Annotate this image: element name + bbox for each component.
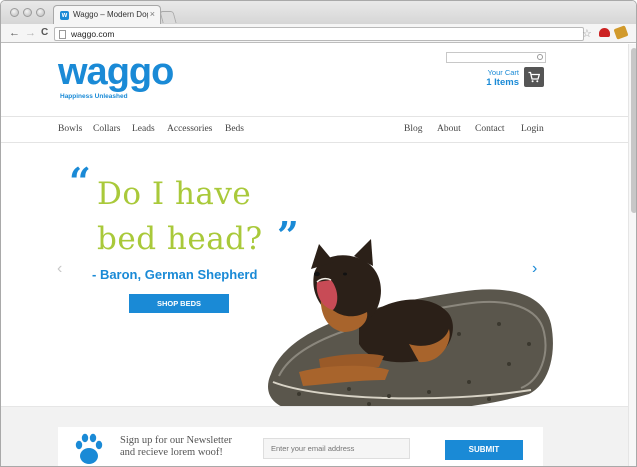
logo-tagline: Happiness Unleashed	[60, 93, 128, 100]
dog-on-bed-image	[268, 239, 553, 426]
waggo-favicon-icon: w	[60, 11, 69, 20]
nav-about[interactable]: About	[437, 124, 461, 134]
nav-accessories[interactable]: Accessories	[167, 124, 212, 134]
page-icon	[59, 30, 66, 39]
forward-icon[interactable]: →	[25, 27, 36, 39]
nav-divider-top	[1, 116, 636, 117]
page-scrollbar[interactable]	[628, 44, 636, 466]
nav-collars[interactable]: Collars	[93, 124, 120, 134]
hero-headline-line1: Do I have	[97, 176, 252, 212]
bookmark-star-icon[interactable]: ☆	[582, 27, 592, 40]
carousel-prev-icon[interactable]: ‹	[57, 260, 62, 278]
hero-open-quote: “	[69, 159, 91, 204]
newsletter-text: Sign up for our Newsletter and recieve l…	[120, 435, 232, 459]
browser-tab[interactable]: w Waggo – Modern Dog Bowls ×	[53, 5, 161, 25]
hero-attribution: - Baron, German Shepherd	[92, 267, 258, 282]
cart-count[interactable]: 1 Items	[471, 77, 519, 88]
paw-print-icon	[75, 433, 103, 464]
nav-leads[interactable]: Leads	[132, 124, 155, 134]
browser-titlebar: w Waggo – Modern Dog Bowls ×	[1, 1, 636, 25]
cart-button[interactable]	[524, 67, 544, 87]
address-bar[interactable]: waggo.com	[54, 27, 584, 41]
tab-close-icon[interactable]: ×	[150, 9, 155, 19]
newsletter-line1: Sign up for our Newsletter	[120, 435, 232, 446]
close-window-icon[interactable]	[10, 8, 19, 17]
submit-button[interactable]: SUBMIT	[445, 440, 523, 460]
waggo-logo[interactable]: waggo Happiness Unleashed	[58, 52, 198, 100]
browser-toolbar: ← → C waggo.com	[1, 24, 636, 43]
tab-title: Waggo – Modern Dog Bowls	[73, 10, 148, 19]
nav-blog[interactable]: Blog	[404, 124, 422, 134]
shopping-cart-icon	[528, 71, 540, 83]
maximize-window-icon[interactable]	[36, 8, 45, 17]
scrollbar-thumb[interactable]	[631, 48, 636, 213]
search-icon[interactable]	[537, 54, 543, 60]
reload-icon[interactable]: C	[41, 27, 48, 39]
minimize-window-icon[interactable]	[23, 8, 32, 17]
newsletter-line2: and recieve lorem woof!	[120, 447, 223, 458]
cart-label[interactable]: Your Cart	[483, 68, 519, 77]
nav-contact[interactable]: Contact	[475, 124, 505, 134]
nav-beds[interactable]: Beds	[225, 124, 244, 134]
extension-hat-icon[interactable]	[599, 28, 610, 37]
email-field[interactable]	[263, 438, 410, 459]
hero-close-quote: ”	[277, 213, 299, 258]
shop-beds-button[interactable]: SHOP BEDS	[129, 294, 229, 313]
logo-wordmark: waggo	[58, 51, 174, 93]
hero-headline-line2: bed head?	[97, 221, 263, 257]
url-text: waggo.com	[71, 29, 115, 39]
web-page: waggo Happiness Unleashed Your Cart 1 It…	[1, 44, 636, 466]
nav-divider-bottom	[1, 142, 636, 143]
new-tab-button[interactable]	[159, 11, 177, 23]
back-icon[interactable]: ←	[9, 27, 20, 39]
nav-login[interactable]: Login	[521, 124, 544, 134]
nav-bowls[interactable]: Bowls	[58, 124, 82, 134]
search-input[interactable]	[446, 52, 546, 63]
browser-window: w Waggo – Modern Dog Bowls × ← → C waggo…	[0, 0, 637, 467]
